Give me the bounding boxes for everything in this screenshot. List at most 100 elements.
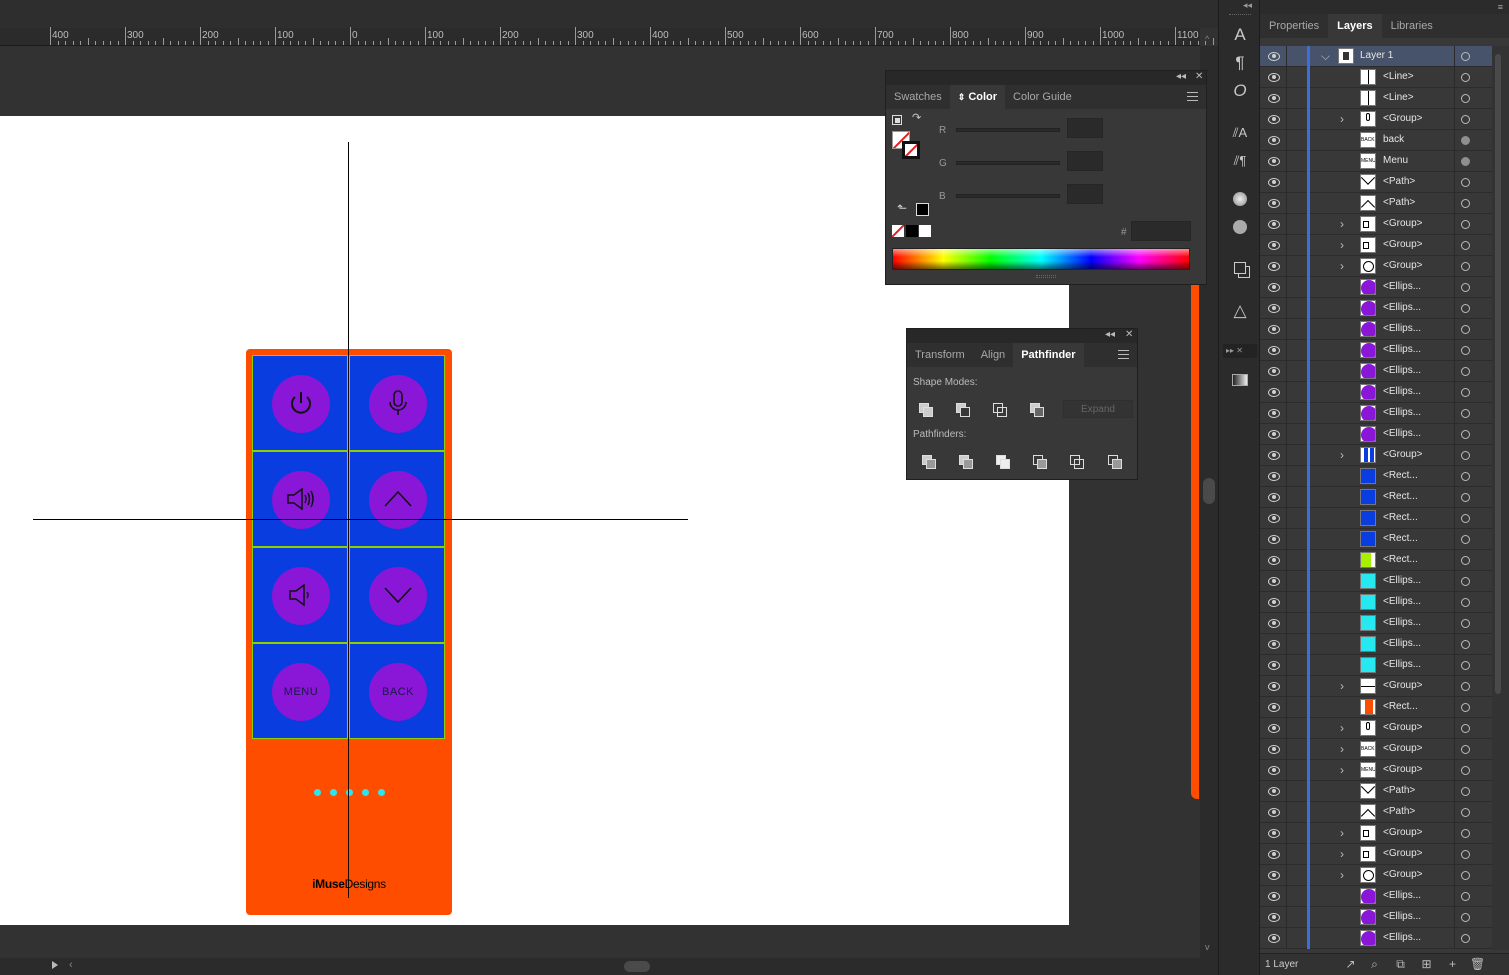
horizontal-scrollbar[interactable]: ‹: [0, 958, 1218, 975]
layer-name[interactable]: <Ellips...: [1383, 281, 1421, 292]
layers-panel-titlebar[interactable]: ≡: [1260, 0, 1509, 14]
lock-column[interactable]: [1286, 361, 1287, 382]
lock-column[interactable]: [1286, 277, 1287, 298]
strip-subpanel-header[interactable]: ▸▸ ✕: [1223, 344, 1257, 358]
tab-color-guide[interactable]: Color Guide: [1005, 85, 1080, 109]
clipping-mask-icon[interactable]: ⧉: [1394, 958, 1407, 971]
layer-name[interactable]: <Ellips...: [1383, 638, 1421, 649]
chevron-right-icon[interactable]: ›: [1340, 763, 1344, 777]
target-circle-icon[interactable]: [1461, 829, 1470, 838]
sublayer-row[interactable]: <Ellips...: [1260, 928, 1492, 949]
layer-name[interactable]: <Rect...: [1383, 533, 1418, 544]
swap-fill-stroke-icon[interactable]: ↷: [912, 111, 921, 124]
sublayer-row[interactable]: <Ellips...: [1260, 592, 1492, 613]
sublayer-row[interactable]: <Rect...: [1260, 697, 1492, 718]
sublayer-row[interactable]: <Rect...: [1260, 466, 1492, 487]
delete-icon[interactable]: 🗑: [1470, 958, 1485, 971]
lock-column[interactable]: [1286, 403, 1287, 424]
visibility-eye-icon[interactable]: [1268, 618, 1280, 628]
panel-menu-icon[interactable]: [1118, 350, 1129, 359]
locate-object-icon[interactable]: ⌕: [1368, 958, 1381, 971]
target-circle-icon[interactable]: [1461, 115, 1470, 124]
visibility-eye-icon[interactable]: [1268, 198, 1280, 208]
outline-icon[interactable]: [1070, 455, 1084, 469]
target-circle-icon[interactable]: [1461, 451, 1470, 460]
lock-column[interactable]: [1286, 529, 1287, 550]
visibility-eye-icon[interactable]: [1268, 723, 1280, 733]
chevron-right-icon[interactable]: ›: [1340, 742, 1344, 756]
collapse-icon[interactable]: ◂◂: [1105, 329, 1115, 340]
layer-name[interactable]: <Rect...: [1383, 701, 1418, 712]
target-circle-icon[interactable]: [1461, 199, 1470, 208]
layer-name[interactable]: <Ellips...: [1383, 617, 1421, 628]
layer-name[interactable]: <Rect...: [1383, 491, 1418, 502]
chevron-right-icon[interactable]: ›: [1340, 112, 1344, 126]
layer-name[interactable]: <Ellips...: [1383, 344, 1421, 355]
lock-column[interactable]: [1286, 697, 1287, 718]
horizontal-ruler[interactable]: 400 300 200 100 0 100 200 300 400 500 600 700 800 900…: [0, 27, 1244, 46]
scroll-thumb[interactable]: [1495, 54, 1501, 694]
layer-name[interactable]: <Ellips...: [1383, 302, 1421, 313]
sublayer-row[interactable]: <Ellips...: [1260, 886, 1492, 907]
visibility-eye-icon[interactable]: [1268, 807, 1280, 817]
layer-name[interactable]: <Ellips...: [1383, 323, 1421, 334]
target-circle-icon[interactable]: [1461, 157, 1470, 166]
target-circle-icon[interactable]: [1461, 136, 1470, 145]
visibility-eye-icon[interactable]: [1268, 51, 1280, 61]
channel-g-input[interactable]: [1067, 151, 1103, 171]
panel-menu-icon[interactable]: [1187, 92, 1198, 101]
visibility-eye-icon[interactable]: [1268, 492, 1280, 502]
layer-name[interactable]: <Ellips...: [1383, 428, 1421, 439]
visibility-eye-icon[interactable]: [1268, 660, 1280, 670]
target-circle-icon[interactable]: [1461, 850, 1470, 859]
visibility-eye-icon[interactable]: [1268, 324, 1280, 334]
sublayer-row[interactable]: › <Group>: [1260, 445, 1492, 466]
white-mini-swatch[interactable]: [919, 225, 931, 237]
layer-name[interactable]: <Path>: [1383, 806, 1415, 817]
visibility-eye-icon[interactable]: [1268, 870, 1280, 880]
visibility-eye-icon[interactable]: [1268, 702, 1280, 712]
layer-name[interactable]: <Group>: [1383, 722, 1422, 733]
visibility-eye-icon[interactable]: [1268, 513, 1280, 523]
sublayer-row[interactable]: › <Group>: [1260, 844, 1492, 865]
lock-column[interactable]: [1286, 865, 1287, 886]
layer-name[interactable]: <Group>: [1383, 239, 1422, 250]
target-circle-icon[interactable]: [1461, 745, 1470, 754]
lock-column[interactable]: [1286, 508, 1287, 529]
target-circle-icon[interactable]: [1461, 703, 1470, 712]
target-circle-icon[interactable]: [1461, 220, 1470, 229]
visibility-eye-icon[interactable]: [1268, 933, 1280, 943]
visibility-eye-icon[interactable]: [1268, 345, 1280, 355]
panel-menu-icon[interactable]: ≡: [1498, 2, 1503, 12]
chevron-right-icon[interactable]: ›: [1340, 238, 1344, 252]
visibility-eye-icon[interactable]: [1268, 786, 1280, 796]
panel-resize-grip[interactable]: [1036, 275, 1056, 278]
layer-name[interactable]: Layer 1: [1360, 50, 1393, 61]
arrow-up-button[interactable]: [349, 451, 445, 547]
lock-column[interactable]: [1286, 340, 1287, 361]
lock-column[interactable]: [1286, 844, 1287, 865]
visibility-eye-icon[interactable]: [1268, 828, 1280, 838]
visibility-eye-icon[interactable]: [1268, 765, 1280, 775]
layer-name[interactable]: <Line>: [1383, 92, 1414, 103]
volume-up-button[interactable]: [252, 451, 348, 547]
layer-name[interactable]: <Ellips...: [1383, 659, 1421, 670]
visibility-eye-icon[interactable]: [1268, 114, 1280, 124]
lock-column[interactable]: [1286, 235, 1287, 256]
target-circle-icon[interactable]: [1461, 682, 1470, 691]
paragraph-icon[interactable]: ¶: [1229, 52, 1251, 74]
visibility-eye-icon[interactable]: [1268, 219, 1280, 229]
sublayer-row[interactable]: › <Group>: [1260, 109, 1492, 130]
tab-pathfinder[interactable]: Pathfinder: [1013, 343, 1084, 367]
visibility-eye-icon[interactable]: [1268, 93, 1280, 103]
crop-icon[interactable]: [1033, 455, 1047, 469]
lock-column[interactable]: [1286, 172, 1287, 193]
layer-name[interactable]: <Group>: [1383, 764, 1422, 775]
gradient-icon[interactable]: [1229, 370, 1251, 392]
sublayer-row[interactable]: › <Group>: [1260, 214, 1492, 235]
sublayer-row[interactable]: › <Group>: [1260, 676, 1492, 697]
lock-column[interactable]: [1286, 109, 1287, 130]
character-styles-icon[interactable]: ⫽A: [1229, 122, 1251, 144]
sublayer-row[interactable]: <Path>: [1260, 193, 1492, 214]
lock-column[interactable]: [1286, 256, 1287, 277]
